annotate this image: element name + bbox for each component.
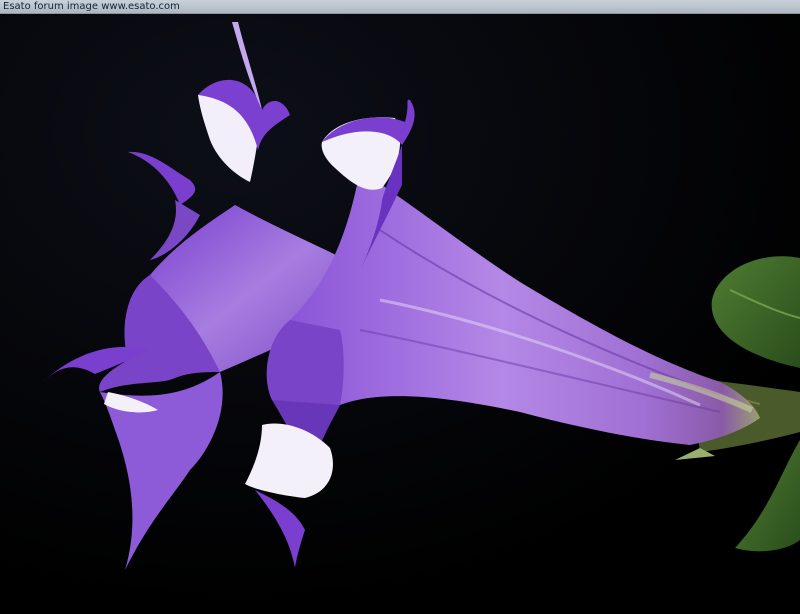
watermark-text: Esato forum image www.esato.com	[3, 1, 180, 12]
image-page: Esato forum image www.esato.com	[0, 0, 800, 614]
flower-photo	[0, 14, 800, 614]
watermark-bar: Esato forum image www.esato.com	[0, 0, 800, 14]
